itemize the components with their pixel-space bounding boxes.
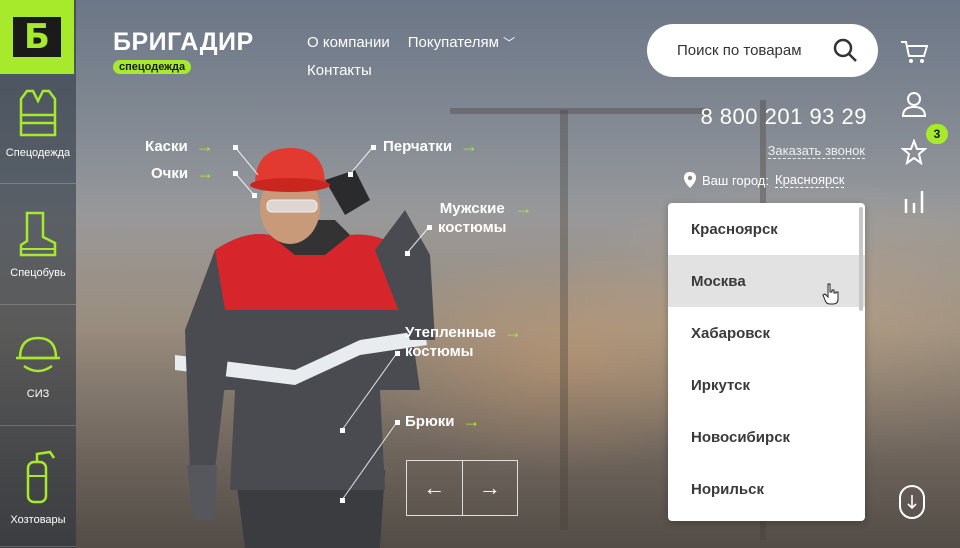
hotspot-dot[interactable]	[252, 193, 257, 198]
dropdown-scrollbar[interactable]	[859, 207, 863, 311]
current-city-link[interactable]: Красноярск	[775, 172, 845, 188]
hero-label-line: Мужские	[439, 200, 505, 217]
search-input[interactable]: Поиск по товарам	[647, 24, 878, 77]
brand-name: БРИГАДИР	[113, 28, 254, 56]
sidebar-item-label: Спецобувь	[10, 266, 66, 279]
hotspot-dot[interactable]	[395, 420, 400, 425]
hero-label-trousers[interactable]: Брюки →	[405, 412, 480, 431]
arrow-right-icon: →	[460, 136, 479, 156]
slider-prev-button[interactable]: ←	[407, 461, 463, 515]
hero-label-mens-suits[interactable]: Мужские костюмы →	[438, 199, 532, 237]
location-pin-icon	[684, 172, 696, 188]
search-placeholder: Поиск по товарам	[677, 42, 802, 59]
helmet-icon	[16, 336, 60, 372]
chevron-down-icon: ﹀	[503, 36, 516, 50]
hotspot-dot[interactable]	[233, 145, 238, 150]
sidebar-item-footwear[interactable]: Спецобувь	[0, 185, 76, 305]
hero-label-text: Перчатки	[383, 138, 453, 155]
user-icon[interactable]	[896, 86, 932, 122]
city-option[interactable]: Новосибирск	[668, 411, 865, 463]
hero-label-gloves[interactable]: Перчатки →	[383, 137, 478, 156]
arrow-right-icon: →	[196, 163, 215, 183]
hero-label-line: Утепленные	[405, 324, 497, 341]
hero-label-insulated-suits[interactable]: Утепленные костюмы →	[405, 323, 522, 361]
city-selector: Ваш город: Красноярск	[684, 172, 845, 188]
city-option[interactable]: Красноярск	[668, 203, 865, 255]
sidebar-item-label: СИЗ	[26, 387, 50, 400]
city-option[interactable]: Хабаровск	[668, 307, 865, 359]
hero-label-text: Брюки	[405, 413, 455, 430]
compare-icon[interactable]	[896, 184, 932, 220]
hero-label-helmets[interactable]: Каски →	[145, 137, 214, 156]
brand[interactable]: БРИГАДИР спецодежда	[113, 28, 254, 75]
logo-mark: Б	[13, 17, 61, 57]
arrow-right-icon: →	[504, 322, 523, 342]
nav-buyers-label: Покупателям	[407, 34, 499, 51]
nav-buyers[interactable]: Покупателям ﹀	[408, 29, 515, 57]
boot-icon	[19, 211, 57, 256]
hero-label-text: Мужские костюмы	[438, 199, 506, 237]
scroll-down-button[interactable]	[899, 485, 925, 519]
city-option[interactable]: Иркутск	[668, 359, 865, 411]
crane-boom	[450, 108, 710, 114]
cart-icon[interactable]	[896, 34, 932, 70]
hotspot-dot[interactable]	[340, 498, 345, 503]
sidebar-item-household[interactable]: Хозтовары	[0, 427, 76, 547]
slider-next-button[interactable]: →	[463, 461, 518, 515]
arrow-down-icon	[907, 495, 917, 510]
sidebar-item-label: Спецодежда	[5, 146, 71, 159]
hero-label-text: Утепленные костюмы	[405, 323, 496, 361]
hero-label-text: Очки	[151, 165, 189, 182]
sidebar-item-ppe[interactable]: СИЗ	[0, 306, 76, 426]
nav-contacts[interactable]: Контакты	[307, 57, 372, 85]
search-icon[interactable]	[832, 37, 858, 63]
hero-label-line: костюмы	[405, 343, 474, 360]
city-option[interactable]: Норильск	[668, 463, 865, 515]
hero-label-text: Каски	[145, 138, 188, 155]
nav-about[interactable]: О компании	[307, 29, 390, 57]
favorites-count-badge: 3	[926, 124, 948, 144]
sidebar-item-workwear[interactable]: Спецодежда	[0, 64, 76, 184]
hotspot-dot[interactable]	[405, 251, 410, 256]
hand-cursor-icon	[822, 283, 839, 305]
arrow-right-icon: →	[462, 411, 481, 431]
extinguisher-icon	[26, 450, 56, 503]
vest-icon	[19, 89, 57, 136]
slider-controls: ← →	[406, 460, 518, 516]
hotspot-dot[interactable]	[371, 145, 376, 150]
logo[interactable]: Б	[0, 0, 74, 74]
arrow-right-icon: →	[195, 136, 214, 156]
hotspot-dot[interactable]	[340, 428, 345, 433]
crane-silhouette	[560, 110, 568, 530]
hotspot-dot[interactable]	[427, 225, 432, 230]
brand-tagline: спецодежда	[113, 60, 192, 74]
arrow-right-icon: →	[514, 198, 533, 218]
top-nav: О компании Покупателям ﹀ Контакты	[307, 29, 515, 85]
phone-number[interactable]: 8 800 201 93 29	[700, 104, 867, 130]
hotspot-dot[interactable]	[348, 172, 353, 177]
hotspot-dot[interactable]	[233, 171, 238, 176]
hero-label-line: костюмы	[438, 219, 507, 236]
city-dropdown: Красноярск Москва Хабаровск Иркутск Ново…	[668, 203, 865, 521]
hotspot-dot[interactable]	[395, 351, 400, 356]
sidebar-item-label: Хозтовары	[10, 513, 66, 526]
city-prefix: Ваш город:	[702, 172, 769, 188]
callback-link[interactable]: Заказать звонок	[767, 143, 865, 159]
category-sidebar: Б Спецодежда Спецобувь СИЗ Хозтовары	[0, 0, 76, 548]
hero-label-glasses[interactable]: Очки →	[151, 164, 214, 183]
